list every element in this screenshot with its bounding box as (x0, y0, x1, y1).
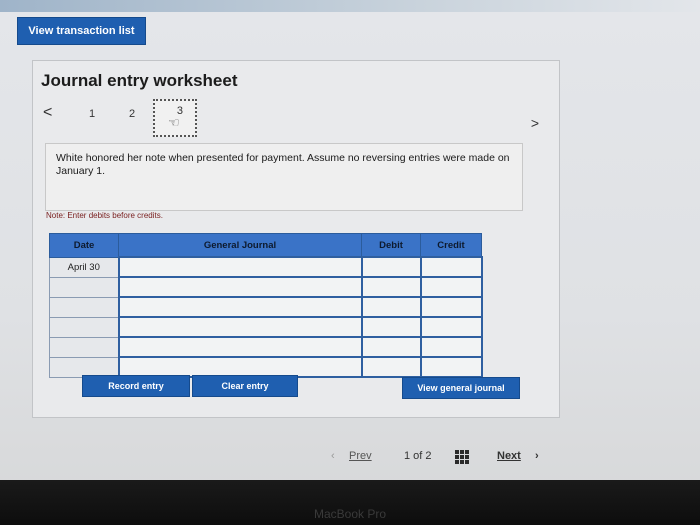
date-cell (49, 276, 119, 298)
table-row (49, 356, 483, 378)
chevron-right-icon[interactable]: > (531, 115, 539, 131)
step-3-active[interactable]: 3 ☜ (153, 99, 197, 137)
credit-input[interactable] (419, 356, 483, 378)
date-cell (49, 356, 119, 378)
step-2[interactable]: 2 (129, 108, 135, 120)
view-transaction-list-button[interactable]: View transaction list (17, 17, 146, 45)
chevron-left-small-icon[interactable]: ‹ (331, 450, 335, 462)
chevron-left-icon[interactable]: < (43, 104, 52, 122)
credit-input[interactable] (419, 296, 483, 318)
header-credit: Credit (420, 233, 482, 258)
table-row (49, 296, 483, 318)
transaction-prompt: White honored her note when presented fo… (45, 143, 523, 211)
top-strip (0, 0, 700, 12)
hand-cursor-icon: ☜ (168, 115, 180, 130)
journal-worksheet-panel: Journal entry worksheet < 1 2 3 ☜ > Whit… (32, 60, 560, 418)
table-header-row: Date General Journal Debit Credit (49, 233, 482, 258)
account-input[interactable] (117, 296, 363, 318)
credit-input[interactable] (419, 276, 483, 298)
account-input[interactable] (117, 336, 363, 358)
prev-link[interactable]: Prev (349, 450, 372, 462)
record-entry-button[interactable]: Record entry (82, 375, 190, 397)
debit-input[interactable] (360, 276, 422, 298)
debit-input[interactable] (360, 256, 422, 278)
laptop-bezel: MacBook Pro (0, 480, 700, 525)
account-input[interactable] (117, 276, 363, 298)
debit-input[interactable] (360, 356, 422, 378)
table-row (49, 336, 483, 358)
date-cell (49, 316, 119, 338)
prompt-text: White honored her note when presented fo… (56, 152, 510, 177)
header-debit: Debit (361, 233, 421, 258)
debit-input[interactable] (360, 296, 422, 318)
debit-input[interactable] (360, 336, 422, 358)
header-date: Date (49, 233, 119, 258)
entry-note: Note: Enter debits before credits. (46, 211, 163, 220)
next-link[interactable]: Next (497, 450, 521, 462)
credit-input[interactable] (419, 256, 483, 278)
clear-entry-button[interactable]: Clear entry (192, 375, 298, 397)
worksheet-title: Journal entry worksheet (41, 71, 238, 90)
grid-icon[interactable] (455, 450, 469, 464)
chevron-right-small-icon[interactable]: › (535, 450, 539, 462)
credit-input[interactable] (419, 316, 483, 338)
account-input[interactable] (117, 256, 363, 278)
header-general-journal: General Journal (118, 233, 362, 258)
table-row: April 30 (49, 256, 483, 278)
date-cell (49, 336, 119, 358)
page-indicator: 1 of 2 (404, 450, 432, 462)
view-general-journal-button[interactable]: View general journal (402, 377, 520, 399)
account-input[interactable] (117, 356, 363, 378)
date-cell: April 30 (49, 256, 119, 278)
bezel-label: MacBook Pro (313, 507, 387, 521)
table-row (49, 276, 483, 298)
credit-input[interactable] (419, 336, 483, 358)
journal-table: Date General Journal Debit Credit April … (49, 233, 483, 378)
account-input[interactable] (117, 316, 363, 338)
table-row (49, 316, 483, 338)
debit-input[interactable] (360, 316, 422, 338)
date-cell (49, 296, 119, 318)
step-1[interactable]: 1 (89, 108, 95, 120)
